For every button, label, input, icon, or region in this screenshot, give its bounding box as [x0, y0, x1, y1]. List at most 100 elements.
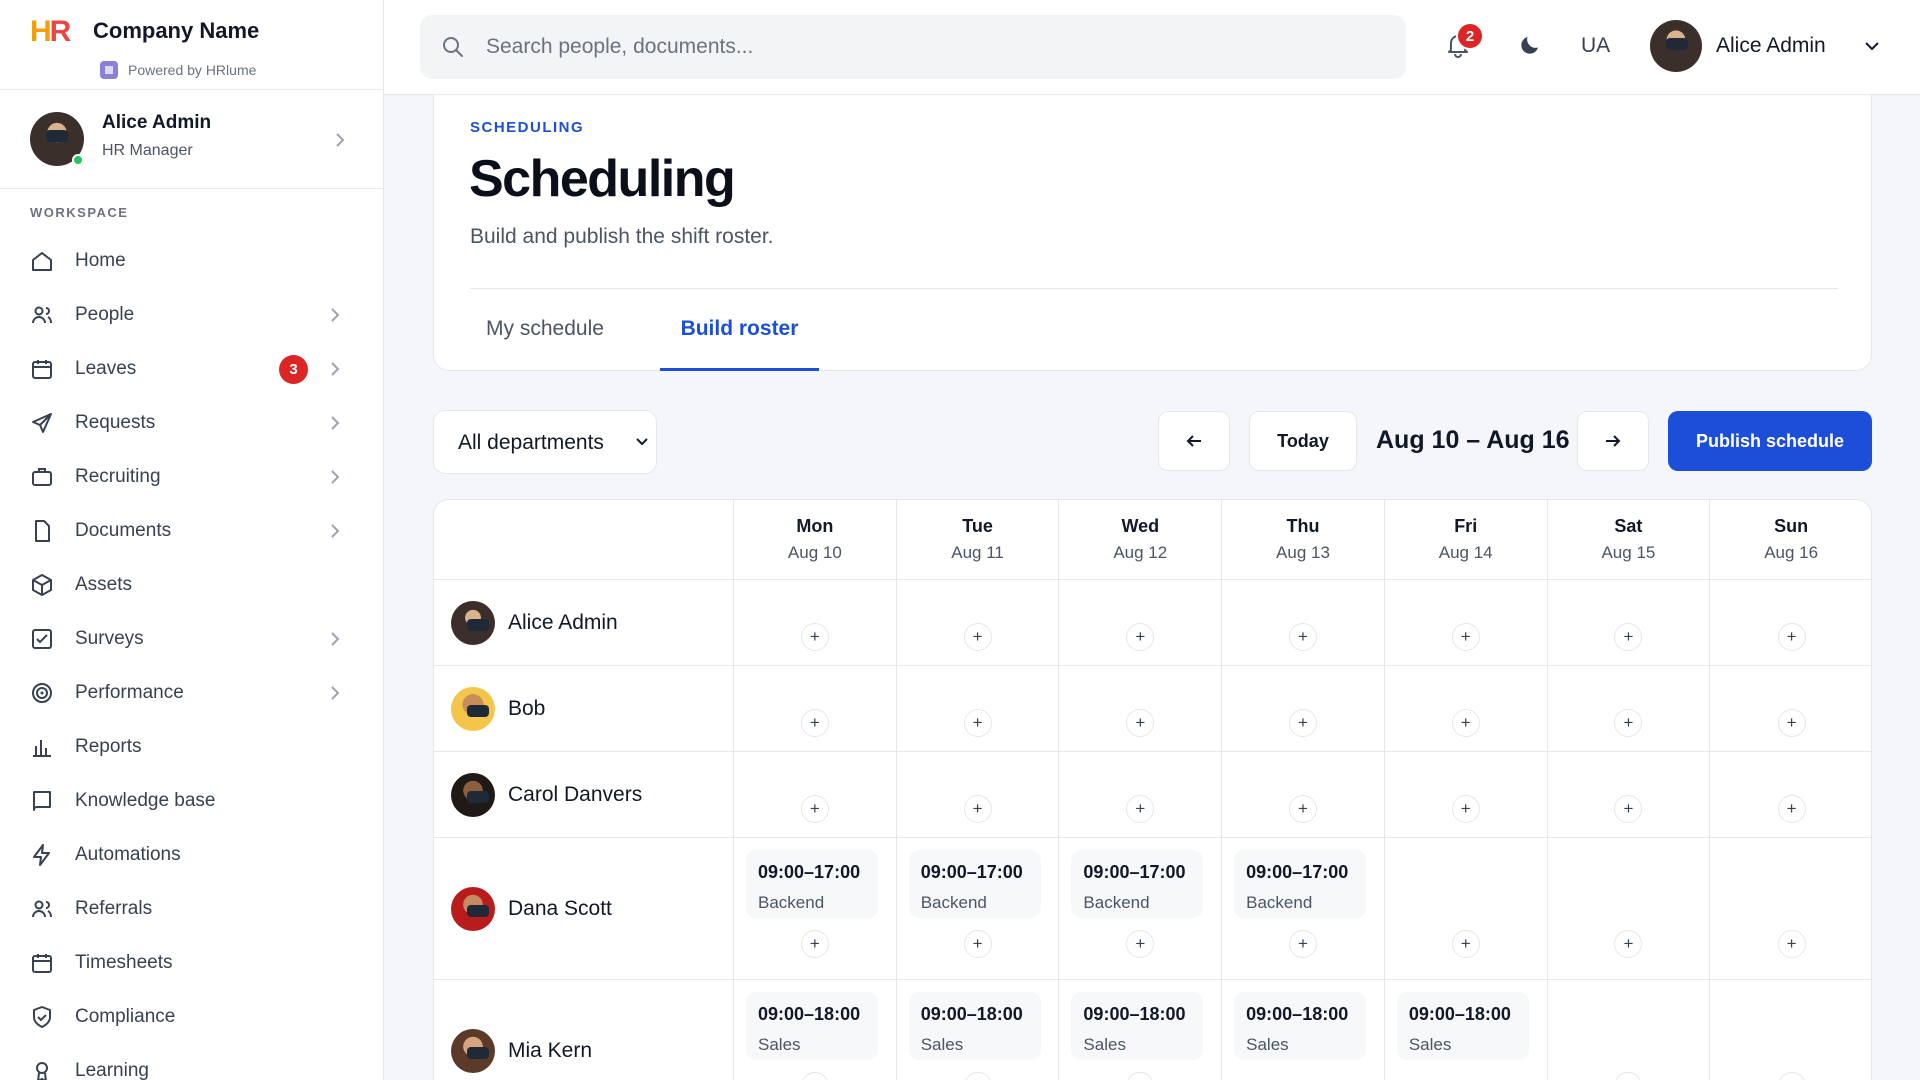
next-week-button[interactable]	[1577, 411, 1649, 471]
sidebar-item-label: Automations	[75, 844, 181, 865]
sidebar-item-compliance[interactable]: Compliance	[0, 990, 383, 1044]
tab-build-roster[interactable]: Build roster	[660, 305, 819, 371]
sidebar-item-leaves[interactable]: Leaves 3	[0, 342, 383, 396]
shift-card[interactable]: 09:00–18:00 Sales	[1234, 992, 1367, 1060]
shift-time: 09:00–17:00	[920, 862, 1023, 882]
sidebar-item-surveys[interactable]: Surveys	[0, 612, 383, 666]
sidebar-item-label: Reports	[75, 736, 142, 757]
sidebar-item-timesheets[interactable]: Timesheets	[0, 936, 383, 990]
shift-card[interactable]: 09:00–18:00 Sales	[908, 992, 1041, 1060]
add-shift-button[interactable]: +	[963, 709, 992, 737]
bolt-icon	[33, 844, 50, 866]
sidebar-item-requests[interactable]: Requests	[0, 396, 383, 450]
add-shift-button[interactable]: +	[1451, 709, 1480, 737]
add-shift-button[interactable]: +	[1288, 623, 1317, 651]
add-shift-button[interactable]: +	[963, 795, 992, 823]
sidebar-item-label: People	[75, 304, 135, 325]
sidebar-profile-card[interactable]: Alice Admin HR Manager	[0, 90, 383, 189]
sidebar-item-home[interactable]: Home	[0, 234, 383, 288]
day-date: Aug 15	[1601, 543, 1656, 562]
sidebar-item-assets[interactable]: Assets	[0, 558, 383, 612]
employee-name: Alice Admin	[508, 610, 618, 634]
shift-card[interactable]: 09:00–18:00 Sales	[1396, 992, 1529, 1060]
shift-card[interactable]: 09:00–17:00 Backend	[908, 850, 1041, 918]
add-shift-button[interactable]: +	[1288, 930, 1317, 958]
roster-day-cell: +	[1710, 666, 1871, 752]
calendar-icon	[32, 360, 52, 379]
bar-chart-icon	[33, 740, 51, 757]
previous-week-button[interactable]	[1158, 411, 1230, 471]
moon-icon[interactable]	[1518, 33, 1542, 57]
roster-day-cell: +	[1710, 752, 1871, 838]
employee-name: Carol Danvers	[508, 782, 643, 806]
add-shift-button[interactable]: +	[1451, 795, 1480, 823]
roster-day-cell: +	[1710, 838, 1871, 980]
add-shift-button[interactable]: +	[1614, 709, 1643, 737]
add-shift-button[interactable]: +	[1777, 709, 1806, 737]
sidebar-item-knowledge-base[interactable]: Knowledge base	[0, 774, 383, 828]
sidebar-item-referrals[interactable]: Referrals	[0, 882, 383, 936]
department-select-value: All departments	[458, 431, 604, 454]
today-button[interactable]: Today	[1249, 411, 1357, 471]
add-shift-button[interactable]: +	[1126, 930, 1155, 958]
add-shift-button[interactable]: +	[800, 623, 829, 651]
add-shift-button[interactable]: +	[800, 795, 829, 823]
department-select[interactable]: All departments	[433, 410, 657, 474]
search-placeholder: Search people, documents...	[486, 35, 754, 58]
sidebar-item-reports[interactable]: Reports	[0, 720, 383, 774]
add-shift-button[interactable]: +	[800, 1072, 829, 1080]
add-shift-button[interactable]: +	[1288, 709, 1317, 737]
avatar	[451, 1028, 495, 1073]
add-shift-button[interactable]: +	[1126, 709, 1155, 737]
add-shift-button[interactable]: +	[1614, 930, 1643, 958]
add-shift-button[interactable]: +	[1126, 1072, 1155, 1080]
day-name: Fri	[1454, 516, 1478, 536]
box-icon	[32, 574, 52, 596]
day-date: Aug 16	[1764, 543, 1819, 562]
roster-day-cell: 09:00–17:00 Backend +	[1222, 838, 1385, 980]
sidebar-item-recruiting[interactable]: Recruiting	[0, 450, 383, 504]
shift-card[interactable]: 09:00–17:00 Backend	[1071, 850, 1204, 918]
publish-schedule-button[interactable]: Publish schedule	[1668, 411, 1872, 471]
sidebar-item-learning[interactable]: Learning	[0, 1044, 383, 1080]
search-input[interactable]: Search people, documents...	[420, 15, 1406, 79]
add-shift-button[interactable]: +	[1614, 1072, 1643, 1080]
sidebar-item-documents[interactable]: Documents	[0, 504, 383, 558]
add-shift-button[interactable]: +	[1777, 795, 1806, 823]
roster-day-cell: +	[1548, 980, 1711, 1080]
add-shift-button[interactable]: +	[1451, 930, 1480, 958]
add-shift-button[interactable]: +	[1126, 623, 1155, 651]
avatar	[451, 600, 495, 645]
roster-day-cell: +	[1547, 580, 1711, 666]
add-shift-button[interactable]: +	[1777, 1072, 1806, 1080]
checkbox-icon	[32, 629, 52, 649]
add-shift-button[interactable]: +	[800, 709, 829, 737]
add-shift-button[interactable]: +	[1614, 623, 1643, 651]
day-header-sat: Sat Aug 15	[1547, 500, 1711, 580]
add-shift-button[interactable]: +	[963, 623, 992, 651]
language-switcher[interactable]: UA	[1581, 34, 1610, 58]
sidebar-item-performance[interactable]: Performance	[0, 666, 383, 720]
shift-card[interactable]: 09:00–17:00 Backend	[746, 850, 878, 918]
shift-role: Backend	[920, 893, 987, 912]
user-menu[interactable]: Alice Admin	[1650, 20, 1880, 74]
add-shift-button[interactable]: +	[1777, 930, 1806, 958]
page-eyebrow: SCHEDULING	[470, 119, 585, 136]
shift-card[interactable]: 09:00–18:00 Sales	[746, 992, 878, 1060]
referrals-icon	[32, 900, 52, 918]
shift-card[interactable]: 09:00–18:00 Sales	[1071, 992, 1204, 1060]
add-shift-button[interactable]: +	[1126, 795, 1155, 823]
tab-my-schedule[interactable]: My schedule	[470, 305, 620, 371]
shift-card[interactable]: 09:00–17:00 Backend	[1234, 850, 1367, 918]
add-shift-button[interactable]: +	[963, 930, 992, 958]
add-shift-button[interactable]: +	[963, 1072, 992, 1080]
page-title: Scheduling	[469, 150, 736, 208]
add-shift-button[interactable]: +	[1288, 795, 1317, 823]
add-shift-button[interactable]: +	[1451, 623, 1480, 651]
add-shift-button[interactable]: +	[1614, 795, 1643, 823]
add-shift-button[interactable]: +	[800, 930, 829, 958]
sidebar-item-people[interactable]: People	[0, 288, 383, 342]
sidebar-item-automations[interactable]: Automations	[0, 828, 383, 882]
shift-role: Backend	[1083, 893, 1150, 912]
add-shift-button[interactable]: +	[1777, 623, 1806, 651]
